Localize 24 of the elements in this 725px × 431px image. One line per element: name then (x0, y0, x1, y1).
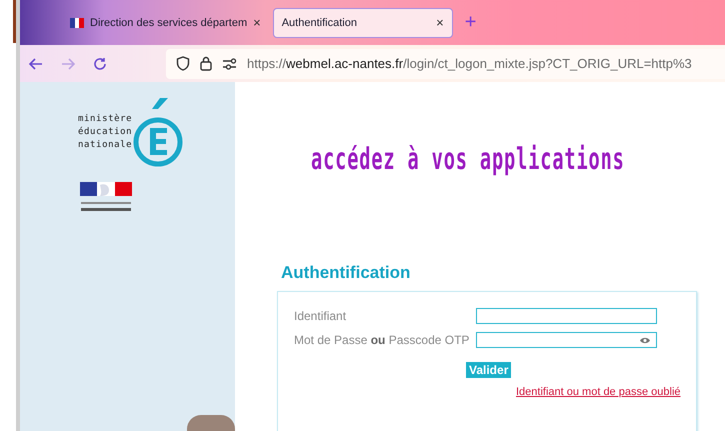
field-label: Identifiant (294, 309, 348, 323)
photo-placeholder (187, 415, 235, 431)
ministry-logo-text: ministère éducation nationale (78, 112, 132, 152)
sliders-icon[interactable] (222, 58, 237, 70)
reload-icon[interactable] (92, 56, 108, 72)
flag-favicon-icon (70, 16, 84, 30)
back-arrow-icon[interactable] (28, 56, 44, 72)
e-acute-logo-icon (132, 96, 184, 168)
republic-logo-drawing (80, 182, 132, 214)
browser-tab[interactable]: Authentification × (272, 8, 453, 38)
browser-tab[interactable]: Direction des services départem × (62, 8, 269, 38)
close-icon[interactable]: × (253, 15, 261, 30)
forgot-password-link[interactable]: Identifiant ou mot de passe oublié (516, 386, 681, 398)
form-title: Authentification (281, 263, 410, 283)
field-label: Mot de Passe ou Passcode OTP (294, 333, 470, 347)
address-bar[interactable]: https://webmel.ac-nantes.fr/login/ct_logon_mixte.jsp?CT_ORIG_URL=http%3 (166, 48, 725, 78)
lock-icon[interactable] (200, 56, 212, 71)
eye-icon[interactable] (640, 336, 650, 344)
input-field[interactable] (476, 308, 657, 324)
banner-heading: accédez à vos applications (311, 142, 625, 177)
password-field[interactable] (476, 332, 657, 348)
url-text: https://webmel.ac-nantes.fr/login/ct_logon_mixte.jsp?CT_ORIG_URL=http%3 (247, 56, 692, 71)
close-icon[interactable]: × (436, 15, 444, 30)
shield-icon[interactable] (176, 56, 190, 71)
